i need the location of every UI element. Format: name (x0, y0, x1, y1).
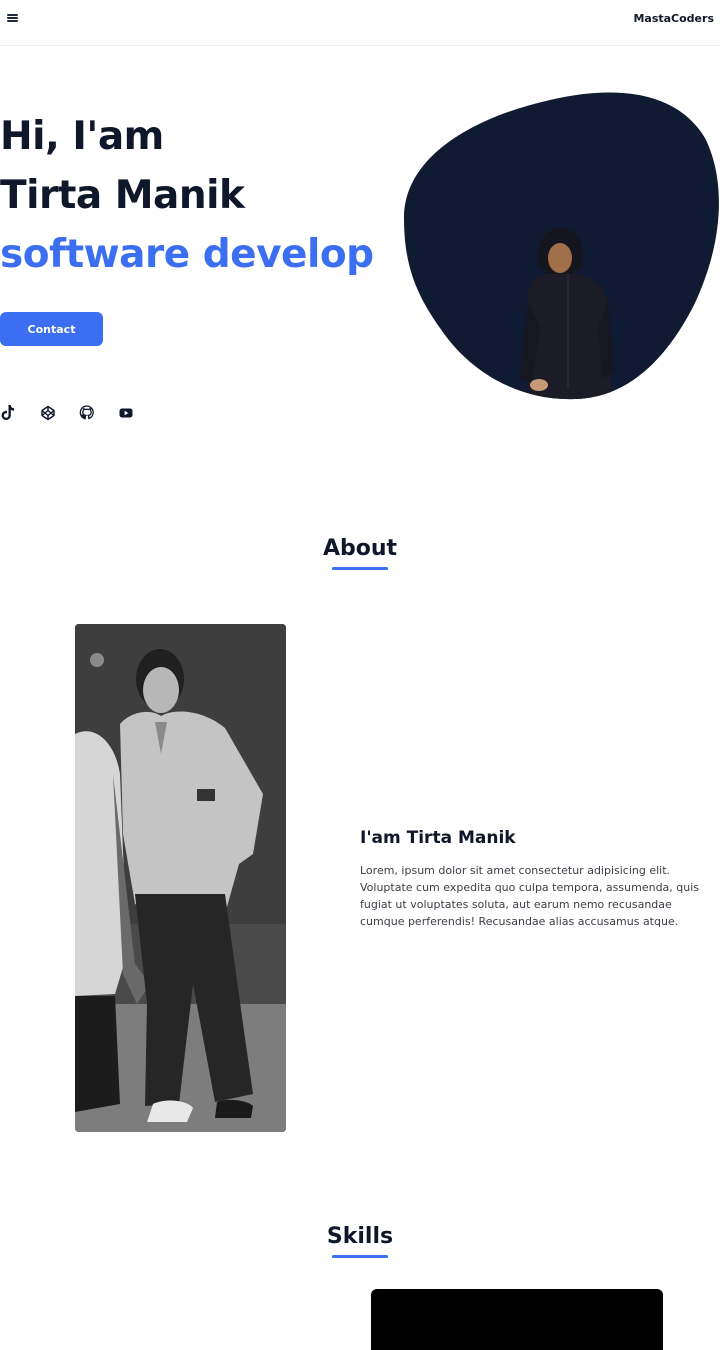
about-title-underline (332, 567, 388, 570)
hero-portrait-blob (400, 88, 720, 402)
skills-card (371, 1289, 663, 1350)
about-description: Lorem, ipsum dolor sit amet consectetur … (360, 864, 700, 928)
brand-logo-text[interactable]: MastaCoders (633, 12, 714, 25)
contact-button[interactable]: Contact (0, 312, 103, 346)
top-navbar: MastaCoders (0, 0, 720, 46)
skills-title-underline (332, 1255, 388, 1258)
about-title: About (322, 536, 398, 561)
skills-title: Skills (326, 1224, 394, 1249)
hero-greeting: Hi, I'am (0, 114, 164, 159)
about-heading: I'am Tirta Manik (360, 828, 516, 848)
hamburger-menu-icon[interactable] (6, 11, 22, 25)
youtube-icon[interactable] (118, 404, 134, 422)
github-icon[interactable] (79, 404, 95, 422)
about-photo (75, 624, 286, 1132)
codepen-icon[interactable] (40, 404, 56, 422)
tiktok-icon[interactable] (0, 404, 16, 422)
hero-name: Tirta Manik (0, 173, 245, 218)
hero-role: software develop (0, 232, 374, 277)
